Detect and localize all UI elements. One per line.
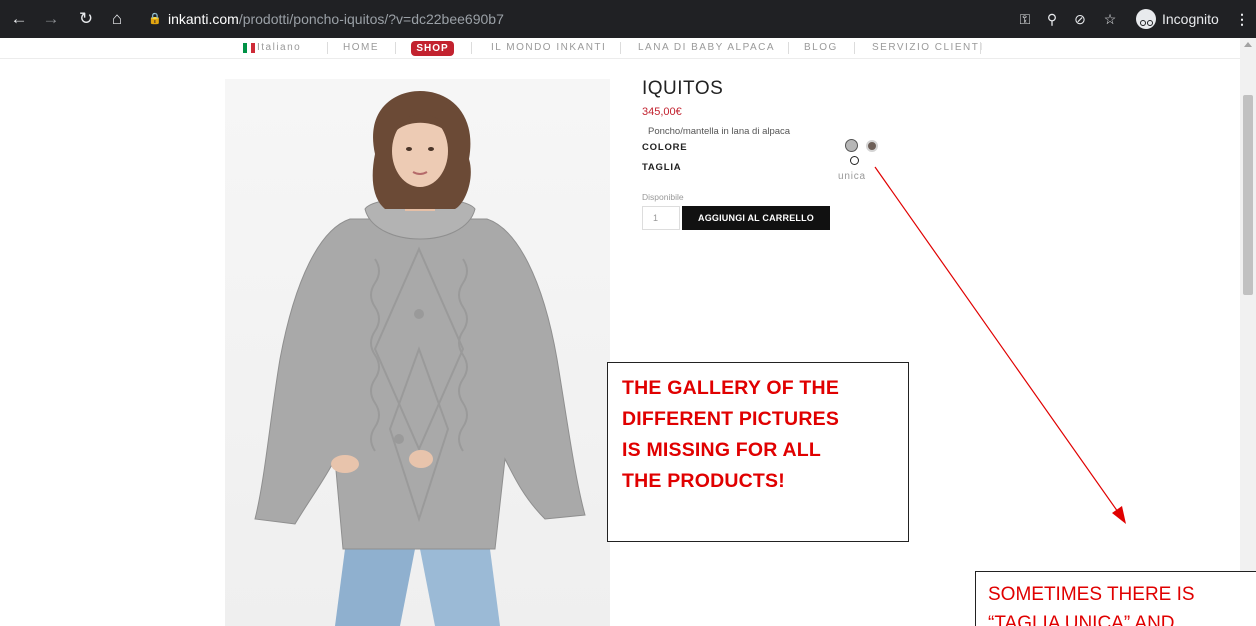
page-scrollbar[interactable] [1240,38,1256,626]
availability-status: Disponibile [642,192,684,202]
forward-icon[interactable]: → [40,8,62,30]
size-value: unica [838,171,866,182]
product-price: 345,00€ [642,106,682,118]
lock-icon: 🔒 [148,13,162,25]
product-description: Poncho/mantella in lana di alpaca [648,126,791,137]
incognito-icon [1136,9,1156,29]
nav-home[interactable]: HOME [343,42,379,54]
product-image[interactable] [225,79,610,626]
nav-divider [620,42,621,54]
annotation-line: “TAGLIA UNICA” AND [988,613,1175,626]
zoom-icon[interactable]: ⚲ [1042,9,1062,29]
product-title: IQUITOS [642,78,724,99]
home-icon[interactable]: ⌂ [106,8,128,30]
color-swatch-brown[interactable] [866,140,878,152]
star-icon[interactable]: ☆ [1100,9,1120,29]
annotation-line: DIFFERENT PICTURES [622,408,840,430]
scroll-thumb[interactable] [1243,95,1253,295]
incognito-label: Incognito [1162,11,1219,27]
reload-icon[interactable]: ↻ [75,8,97,30]
annotation-gallery-missing: THE GALLERY OF THE DIFFERENT PICTURES IS… [607,362,909,542]
italy-flag-icon [243,43,255,53]
nav-divider [854,42,855,54]
size-label: TAGLIA [642,162,682,173]
annotation-taglia-unica: SOMETIMES THERE IS “TAGLIA UNICA” AND [975,571,1256,626]
menu-icon[interactable]: ⋮ [1232,9,1252,29]
size-radio[interactable] [850,156,859,165]
scroll-up-arrow-icon[interactable] [1244,42,1252,47]
key-icon[interactable]: ⚿ [1015,9,1035,29]
address-bar[interactable]: 🔒 inkanti.com/prodotti/poncho-iquitos/?v… [140,6,1000,32]
annotation-line: IS MISSING FOR ALL [622,439,821,461]
url-path: /prodotti/poncho-iquitos/?v=dc22bee690b7 [238,11,504,27]
model-wearing-poncho-illustration [254,91,586,626]
nav-lana-baby-alpaca[interactable]: LANA DI BABY ALPACA [638,42,775,54]
nav-blog[interactable]: BLOG [804,42,838,54]
nav-divider [980,42,981,54]
color-label: COLORE [642,142,688,153]
back-icon[interactable]: ← [8,8,30,30]
annotation-line: THE PRODUCTS! [622,470,785,492]
add-to-cart-button[interactable]: AGGIUNGI AL CARRELLO [682,206,830,230]
quantity-input[interactable]: 1 [642,206,680,230]
nav-servizio-clienti[interactable]: SERVIZIO CLIENTI [872,42,984,54]
language-selector[interactable]: Italiano [257,42,301,54]
color-swatch-grey[interactable] [845,139,858,152]
browser-toolbar: ← → ↻ ⌂ 🔒 inkanti.com/prodotti/poncho-iq… [0,0,1256,38]
nav-divider [395,42,396,54]
site-navigation: Italiano HOME SHOP IL MONDO INKANTI LANA… [0,38,1240,59]
eye-off-icon[interactable]: ⊘ [1070,9,1090,29]
nav-shop[interactable]: SHOP [411,41,454,56]
annotation-line: SOMETIMES THERE IS [988,584,1195,605]
incognito-badge[interactable]: Incognito [1134,8,1224,30]
nav-mondo-inkanti[interactable]: IL MONDO INKANTI [491,42,606,54]
annotation-line: THE GALLERY OF THE [622,377,840,399]
nav-divider [471,42,472,54]
url-domain: inkanti.com [168,11,239,27]
nav-divider [327,42,328,54]
nav-divider [788,42,789,54]
